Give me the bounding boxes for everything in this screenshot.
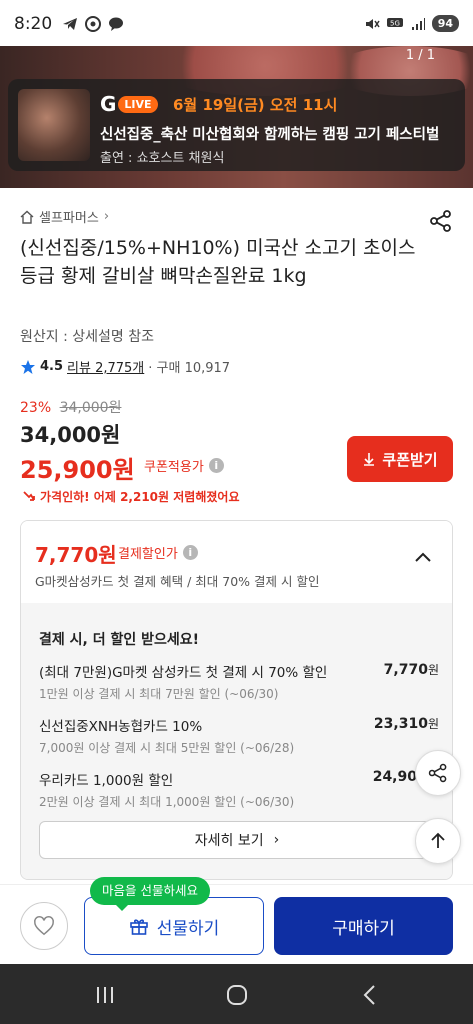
notification-icons (62, 16, 124, 32)
g-live-logo: G LIVE (100, 92, 158, 116)
coupon-price-label: 쿠폰적용가 i (144, 456, 224, 475)
price-drop-text: 가격인하! 어제 2,210원 저렴해졌어요 (40, 490, 240, 504)
home-button-icon[interactable] (224, 982, 250, 1008)
payment-discount-body: 결제 시, 더 할인 받으세요! (최대 7만원)G마켓 삼성카드 첫 결제 시… (21, 603, 452, 879)
coupon-button-label: 쿠폰받기 (382, 451, 438, 469)
original-price: 34,000원 (59, 400, 122, 416)
offer-amount-unit: 원 (427, 717, 439, 731)
offer-desc: 1만원 이상 결제 시 최대 7만원 할인 (~06/30) (39, 687, 279, 701)
live-banner[interactable]: 1 / 1 G LIVE 6월 19일(금) 오전 11시 신선집중_축산 미산… (0, 46, 473, 188)
price-drop-notice: 가격인하! 어제 2,210원 저렴해졌어요 (22, 488, 239, 505)
product-title: (신선집중/15%+NH10%) 미국산 소고기 초이스 등급 황제 갈비살 뼈… (20, 237, 416, 287)
share-icon (428, 763, 447, 783)
sale-price: 25,900원 (20, 456, 135, 484)
reviews-link[interactable]: 리뷰 2,775개 (67, 357, 144, 376)
offer-amount-value: 23,310 (373, 716, 428, 732)
share-icon[interactable] (428, 208, 454, 234)
mute-icon (365, 18, 380, 29)
info-icon[interactable]: i (208, 458, 224, 473)
signal-icon (411, 17, 425, 30)
payment-discount-price: 7,770원 (35, 543, 117, 567)
purchase-bar: 선물하기 구매하기 마음을 선물하세요 (0, 877, 473, 964)
coupon-label-text: 쿠폰적용가 (144, 460, 204, 475)
offer-desc: 2만원 이상 결제 시 최대 1,000원 할인 (~06/30) (39, 795, 295, 809)
payment-discount-label-text: 결제할인가 (118, 547, 178, 562)
wishlist-button[interactable] (20, 902, 68, 950)
gift-button[interactable]: 선물하기 (84, 897, 264, 955)
star-icon (21, 359, 35, 374)
system-nav-bar (0, 964, 473, 1024)
store-name: 셀프파머스 (39, 211, 99, 226)
details-button-label: 자세히 보기 (194, 833, 264, 849)
price: 34,000원 (20, 423, 121, 447)
offers-title: 결제 시, 더 할인 받으세요! (39, 632, 199, 648)
chat-bubble-icon (109, 17, 123, 31)
gift-icon (129, 919, 148, 935)
status-right: 5G 94 (364, 15, 459, 32)
heart-icon (34, 916, 54, 936)
live-card[interactable]: G LIVE 6월 19일(금) 오전 11시 신선집중_축산 미산협회와 함께… (8, 79, 465, 171)
product-origin: 원산지 : 상세설명 참조 (20, 329, 154, 345)
offer-amount: 7,770원 (384, 661, 439, 678)
5g-icon: 5G (386, 17, 403, 27)
svg-text:5G: 5G (390, 19, 400, 27)
chevron-right-icon: › (273, 832, 280, 848)
offer-amount: 23,310원 (374, 715, 439, 732)
image-page-indicator: 1 / 1 (405, 48, 435, 63)
payment-discount-header[interactable]: 7,770원 결제할인가 i G마켓삼성카드 첫 결제 혜택 / 최대 70% … (21, 521, 452, 603)
gift-button-label: 선물하기 (156, 918, 220, 939)
chrome-icon (85, 16, 101, 32)
live-badge: LIVE (118, 95, 158, 113)
recent-apps-icon[interactable] (92, 982, 118, 1008)
telegram-icon (63, 18, 77, 30)
offer-amount: 24,90 (373, 769, 417, 785)
rating-score: 4.5 (40, 359, 64, 374)
info-icon[interactable]: i (182, 545, 198, 560)
g-logo-letter: G (100, 92, 117, 116)
live-title: 신선집중_축산 미산협회와 함께하는 캠핑 고기 페스티벌 (100, 127, 440, 143)
download-icon (364, 453, 375, 466)
floating-share-button[interactable] (415, 750, 461, 796)
live-host: 출연 : 쇼호스트 채원식 (100, 151, 225, 166)
arrow-up-icon (431, 832, 445, 848)
rating-row: 4.5 리뷰 2,775개 · 구매 10,917 (20, 357, 230, 376)
purchase-count: · 구매 10,917 (148, 361, 231, 376)
discount-row: 23% 34,000원 (20, 397, 121, 417)
scroll-top-button[interactable] (415, 818, 461, 864)
chevron-up-icon[interactable] (408, 543, 438, 573)
gift-tooltip: 마음을 선물하세요 (90, 877, 210, 911)
live-thumbnail (18, 89, 90, 161)
offer-item: (최대 7만원)G마켓 삼성카드 첫 결제 시 70% 할인 1만원 이상 결제… (39, 661, 439, 702)
buy-button[interactable]: 구매하기 (274, 897, 453, 955)
payment-discount-label: 결제할인가 i (118, 543, 198, 562)
offer-name: (최대 7만원)G마켓 삼성카드 첫 결제 시 70% 할인 (39, 665, 328, 681)
offer-desc: 7,000원 이상 결제 시 최대 5만원 할인 (~06/28) (39, 741, 295, 755)
payment-discount-panel: 7,770원 결제할인가 i G마켓삼성카드 첫 결제 혜택 / 최대 70% … (20, 520, 453, 880)
buy-button-label: 구매하기 (332, 918, 395, 939)
arrow-down-icon (23, 490, 35, 501)
home-icon (20, 210, 34, 224)
chevron-right-icon: › (103, 209, 110, 224)
discount-rate: 23% (20, 400, 52, 416)
coupon-button[interactable]: 쿠폰받기 (347, 436, 453, 482)
details-button[interactable]: 자세히 보기 › (39, 821, 435, 859)
store-link[interactable]: 셀프파머스 › (20, 207, 109, 226)
offer-amount-value: 7,770 (383, 662, 428, 678)
status-bar: 8:20 5G 94 (0, 0, 473, 46)
offer-item: 우리카드 1,000원 할인 2만원 이상 결제 시 최대 1,000원 할인 … (39, 769, 439, 810)
payment-discount-subtitle: G마켓삼성카드 첫 결제 혜택 / 최대 70% 결제 시 할인 (35, 574, 320, 589)
offer-item: 신선집중XNH농협카드 10% 7,000원 이상 결제 시 최대 5만원 할인… (39, 715, 439, 756)
status-time: 8:20 (14, 14, 53, 34)
battery-indicator: 94 (431, 15, 459, 32)
back-icon[interactable] (358, 982, 384, 1008)
offer-amount-value: 24,90 (372, 769, 417, 785)
live-schedule: 6월 19일(금) 오전 11시 (173, 96, 338, 114)
offer-amount-unit: 원 (427, 663, 439, 677)
